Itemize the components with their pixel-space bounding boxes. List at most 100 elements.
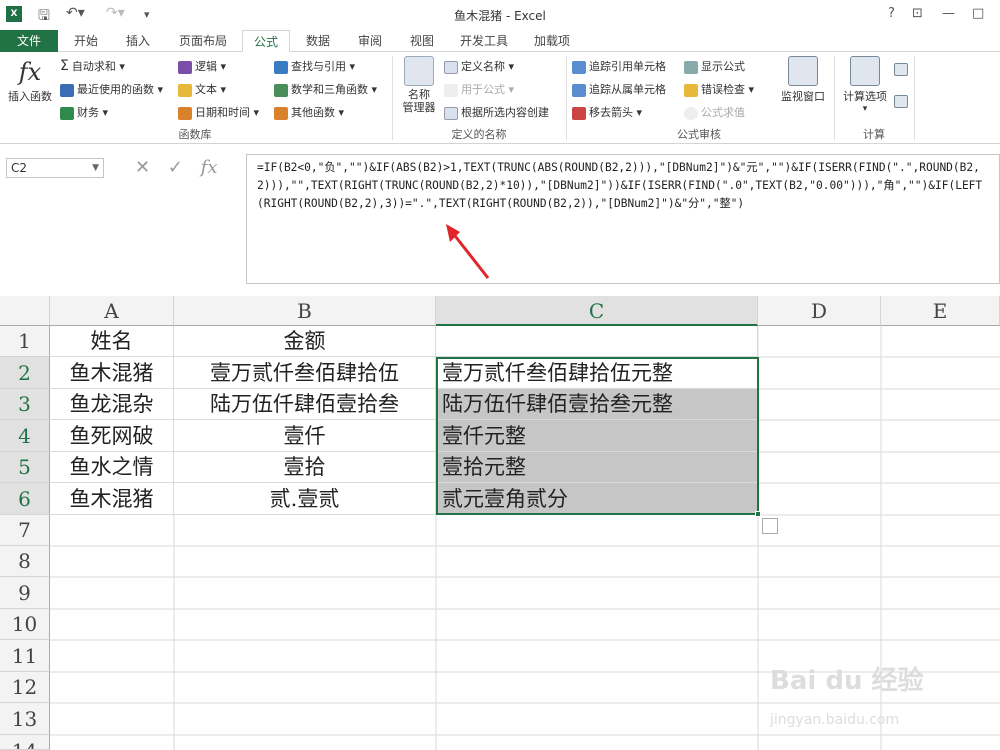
row-header[interactable]: 9 <box>0 577 50 609</box>
row-header[interactable]: 13 <box>0 703 50 735</box>
remove-arrows-icon <box>572 106 586 120</box>
ribbon-separator <box>392 56 393 140</box>
error-checking-label: 错误检查 <box>701 83 745 96</box>
calculate-now-button[interactable] <box>894 62 911 76</box>
financial-icon <box>60 106 74 120</box>
watch-window-button[interactable]: 监视窗口 <box>776 56 830 104</box>
group-label-calculation: 计算 <box>863 128 885 141</box>
financial-button[interactable]: 财务 ▾ <box>60 104 108 120</box>
quick-analysis-icon[interactable] <box>762 518 778 534</box>
show-formulas-button[interactable]: 显示公式 <box>684 58 745 74</box>
tab-review[interactable]: 审阅 <box>346 30 394 52</box>
minimize-button[interactable]: — <box>942 6 955 21</box>
chevron-down-icon[interactable]: ▼ <box>92 159 99 177</box>
insert-function-button[interactable]: fx 插入函数 <box>4 58 56 104</box>
text-label: 文本 <box>195 83 217 96</box>
maximize-button[interactable]: □ <box>972 6 984 21</box>
tab-developer[interactable]: 开发工具 <box>450 30 518 52</box>
tab-addins[interactable]: 加载项 <box>522 30 582 52</box>
remove-arrows-button[interactable]: 移去箭头 ▾ <box>572 104 642 120</box>
name-box[interactable]: C2 ▼ <box>6 158 104 178</box>
column-header-d[interactable]: D <box>758 296 881 326</box>
text-button[interactable]: 文本 ▾ <box>178 81 226 97</box>
trace-precedents-button[interactable]: 追踪引用单元格 <box>572 58 666 74</box>
row-header[interactable]: 5 <box>0 452 50 483</box>
row-header[interactable]: 2 <box>0 357 50 389</box>
row-header[interactable]: 12 <box>0 672 50 703</box>
ribbon: fx 插入函数 Σ 自动求和 ▾ 最近使用的函数 ▾ 财务 ▾ 逻辑 ▾ 文本 ▾… <box>0 52 1000 144</box>
tab-home[interactable]: 开始 <box>62 30 110 52</box>
tab-data[interactable]: 数据 <box>294 30 342 52</box>
name-manager-button[interactable]: 名称 管理器 <box>396 56 442 114</box>
sigma-icon: Σ <box>60 58 69 74</box>
row-header[interactable]: 1 <box>0 326 50 357</box>
logical-button[interactable]: 逻辑 ▾ <box>178 58 226 74</box>
logical-icon <box>178 60 192 74</box>
logical-label: 逻辑 <box>195 60 217 73</box>
ribbon-separator <box>566 56 567 140</box>
row-header[interactable]: 4 <box>0 420 50 452</box>
star-icon <box>60 83 74 97</box>
column-header-e[interactable]: E <box>881 296 1000 326</box>
row-header[interactable]: 8 <box>0 546 50 577</box>
ribbon-display-icon[interactable]: ⊡ <box>912 6 923 21</box>
select-all-corner[interactable] <box>0 296 50 326</box>
tab-insert[interactable]: 插入 <box>114 30 162 52</box>
formula-input[interactable]: =IF(B2<0,"负","")&IF(ABS(B2)>1,TEXT(TRUNC… <box>246 154 1000 284</box>
help-icon[interactable]: ? <box>888 6 895 21</box>
use-in-formula-button[interactable]: 用于公式 ▾ <box>444 81 514 97</box>
fill-handle[interactable] <box>755 511 761 517</box>
row-header[interactable]: 7 <box>0 515 50 546</box>
trace-precedents-label: 追踪引用单元格 <box>589 60 666 73</box>
evaluate-formula-button[interactable]: 公式求值 <box>684 104 745 120</box>
autosum-button[interactable]: Σ 自动求和 ▾ <box>60 58 125 74</box>
column-header-c[interactable]: C <box>436 296 758 326</box>
create-from-selection-icon <box>444 106 458 120</box>
group-label-defined-names: 定义的名称 <box>451 128 507 141</box>
group-label-function-library: 函数库 <box>178 128 212 141</box>
evaluate-formula-icon <box>684 106 698 120</box>
calc-options-button[interactable]: 计算选项 ▾ <box>838 56 892 114</box>
tab-file[interactable]: 文件 <box>0 30 58 52</box>
clock-icon <box>178 106 192 120</box>
create-from-selection-button[interactable]: 根据所选内容创建 <box>444 104 549 120</box>
text-icon <box>178 83 192 97</box>
fx-icon[interactable]: fx <box>201 157 218 178</box>
define-name-label: 定义名称 <box>461 60 505 73</box>
column-header-b[interactable]: B <box>174 296 436 326</box>
calculate-sheet-button[interactable] <box>894 94 911 108</box>
formula-bar-buttons: ✕ ✓ fx <box>135 157 229 178</box>
row-header[interactable]: 10 <box>0 609 50 640</box>
math-label: 数学和三角函数 <box>291 83 368 96</box>
lookup-button[interactable]: 查找与引用 ▾ <box>274 58 355 74</box>
cancel-icon[interactable]: ✕ <box>135 157 150 178</box>
financial-label: 财务 <box>77 106 99 119</box>
enter-icon[interactable]: ✓ <box>168 157 183 178</box>
red-arrow-annotation <box>446 224 490 279</box>
tab-formulas[interactable]: 公式 <box>242 30 290 52</box>
row-header[interactable]: 14 <box>0 735 50 750</box>
create-from-selection-label: 根据所选内容创建 <box>461 106 549 119</box>
row-header[interactable]: 11 <box>0 640 50 672</box>
row-header[interactable]: 6 <box>0 483 50 515</box>
tab-view[interactable]: 视图 <box>398 30 446 52</box>
datetime-button[interactable]: 日期和时间 ▾ <box>178 104 259 120</box>
autosum-label: 自动求和 <box>71 60 116 73</box>
watermark-logo: Bai du 经验 <box>770 666 924 696</box>
math-icon <box>274 83 288 97</box>
insert-function-label: 插入函数 <box>8 90 52 103</box>
column-header-a[interactable]: A <box>50 296 174 326</box>
row-header[interactable]: 3 <box>0 389 50 420</box>
calc-options-label: 计算选项 <box>843 90 887 103</box>
trace-dependents-button[interactable]: 追踪从属单元格 <box>572 81 666 97</box>
math-button[interactable]: 数学和三角函数 ▾ <box>274 81 377 97</box>
error-checking-button[interactable]: 错误检查 ▾ <box>684 81 754 97</box>
use-in-formula-icon <box>444 83 458 97</box>
tab-page-layout[interactable]: 页面布局 <box>166 30 240 52</box>
define-name-button[interactable]: 定义名称 ▾ <box>444 58 514 74</box>
more-functions-button[interactable]: 其他函数 ▾ <box>274 104 344 120</box>
selection-border <box>436 357 759 515</box>
more-functions-icon <box>274 106 288 120</box>
recent-functions-button[interactable]: 最近使用的函数 ▾ <box>60 81 163 97</box>
trace-dependents-icon <box>572 83 586 97</box>
